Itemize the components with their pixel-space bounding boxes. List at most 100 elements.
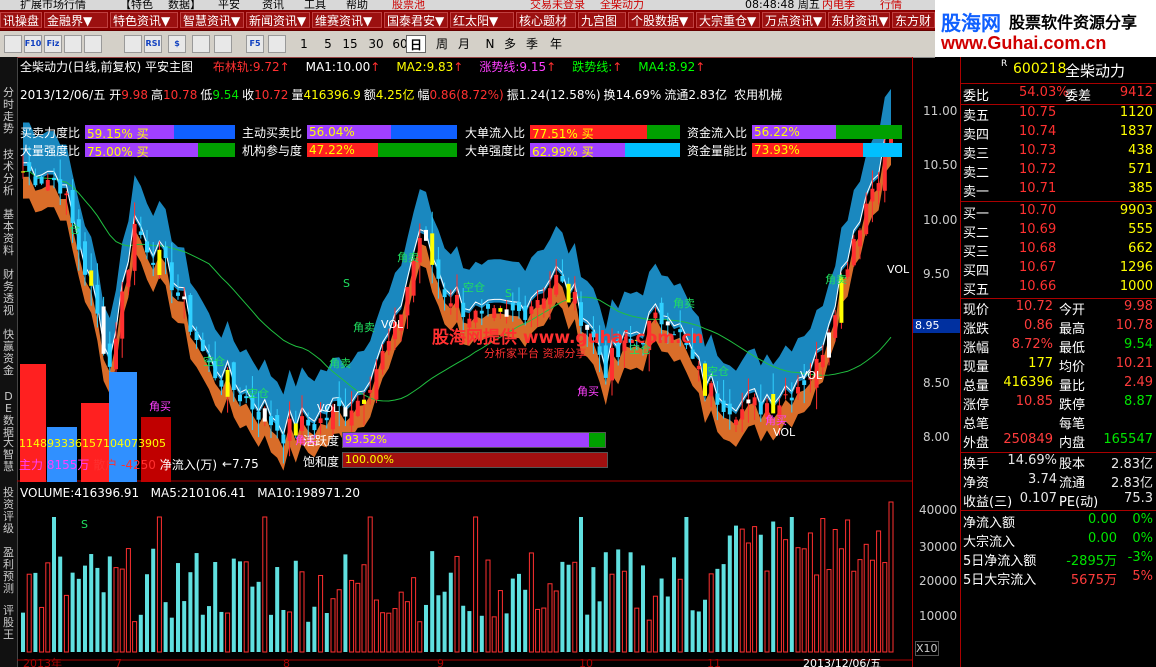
volume-bar	[826, 569, 832, 653]
menu-item[interactable]: 国泰君安▼	[384, 12, 448, 28]
title-item[interactable]: 【特色	[120, 0, 153, 10]
period-button[interactable]: 年	[546, 35, 566, 53]
left-tab[interactable]: 分时走势	[1, 87, 16, 135]
period-button[interactable]: 季	[522, 35, 542, 53]
chart-icon[interactable]	[4, 35, 22, 53]
ask-label: 卖二	[963, 166, 990, 181]
title-item[interactable]: 股票池	[392, 0, 425, 10]
menu-bar: 讯操盘 金融界▼ 特色资讯▼ 智慧资讯▼ 新闻资讯▼ 维赛资讯▼ 国泰君安▼ 红太阳▼ 核心题材…	[0, 10, 935, 31]
title-item[interactable]: 扩展市场行情	[20, 0, 86, 10]
period-button[interactable]: 月	[454, 35, 474, 53]
ask-price[interactable]: 10.71	[1019, 181, 1056, 196]
ask-volume: 438	[1128, 143, 1153, 158]
logo-slogan: 股票软件资源分享	[1009, 13, 1138, 32]
left-tab[interactable]: 大智慧	[1, 437, 16, 473]
ask-volume: 1837	[1119, 124, 1153, 139]
period-button[interactable]: N	[480, 35, 500, 53]
menu-item[interactable]: 金融界▼	[44, 12, 108, 28]
volume-bar	[510, 578, 515, 652]
volume-bar	[684, 517, 689, 652]
volume-bar	[783, 539, 789, 653]
flow-pct: 5%	[1132, 569, 1153, 584]
title-item[interactable]: 行情	[880, 0, 902, 10]
left-tab[interactable]: 基本资料	[1, 209, 16, 257]
move-icon[interactable]	[192, 35, 210, 53]
menu-item[interactable]: 个股数据▼	[628, 12, 694, 28]
period-button[interactable]: 5	[318, 35, 338, 53]
left-tab[interactable]: 评股王	[1, 605, 16, 641]
ask-price[interactable]: 10.74	[1019, 124, 1056, 139]
signal-label: 空仓	[463, 280, 485, 294]
quote-row: 大宗流入 0.00 0%	[961, 531, 1156, 550]
zoom-icon[interactable]	[84, 35, 102, 53]
title-item[interactable]: 内电季	[822, 0, 855, 10]
ask-price[interactable]: 10.75	[1019, 105, 1056, 120]
menu-item[interactable]: 讯操盘	[0, 12, 42, 28]
volume-bar	[795, 547, 801, 653]
left-tab[interactable]: DE数据	[1, 391, 16, 439]
bid-price[interactable]: 10.66	[1019, 279, 1056, 294]
volume-bar	[76, 578, 81, 652]
bid-price[interactable]: 10.68	[1019, 241, 1056, 256]
volume-bar	[634, 607, 640, 653]
bid-label: 买二	[963, 226, 990, 241]
volume-bar	[535, 608, 541, 653]
period-button[interactable]: 1	[294, 35, 314, 53]
candle	[498, 308, 503, 312]
title-item: 全柴动力	[600, 0, 644, 10]
volume-bar	[888, 501, 894, 653]
menu-item[interactable]: 红太阳▼	[450, 12, 514, 28]
indicator-label: 资金流入比	[687, 126, 748, 140]
signal-label: S	[505, 287, 512, 300]
title-item[interactable]: 帮助	[346, 0, 368, 10]
pen-icon[interactable]	[214, 35, 232, 53]
left-tab[interactable]: 财务透视	[1, 269, 16, 317]
title-item[interactable]: 平安	[218, 0, 240, 10]
menu-item[interactable]: 维赛资讯▼	[312, 12, 382, 28]
menu-item[interactable]: 特色资讯▼	[110, 12, 178, 28]
menu-item[interactable]: 东财资讯▼	[828, 12, 890, 28]
candle	[752, 397, 757, 406]
menu-item[interactable]: 智慧资讯▼	[180, 12, 244, 28]
bid-price[interactable]: 10.70	[1019, 203, 1056, 218]
menu-item[interactable]: 核心题材	[516, 12, 576, 28]
indicator-bar: 56.22%	[752, 125, 902, 139]
menu-item[interactable]: 新闻资讯▼	[246, 12, 310, 28]
left-tab[interactable]: 盈利预测	[1, 547, 16, 595]
menu-item[interactable]: 东方财	[892, 12, 935, 28]
title-item[interactable]: 资讯	[262, 0, 284, 10]
title-item[interactable]: 工具	[304, 0, 326, 10]
volume-bar	[752, 526, 758, 653]
toolbar-icon-label: F10	[24, 39, 42, 48]
weibi-value: 54.03%	[1019, 85, 1069, 100]
bar-icon[interactable]	[124, 35, 142, 53]
ask-price[interactable]: 10.72	[1019, 162, 1056, 177]
refresh-icon[interactable]	[268, 35, 286, 53]
period-button[interactable]: 日	[406, 35, 426, 53]
menu-item[interactable]: 万点资讯▼	[762, 12, 826, 28]
bid-price[interactable]: 10.69	[1019, 222, 1056, 237]
volume-bar	[876, 530, 882, 653]
menu-item[interactable]: 大宗重仓▼	[696, 12, 760, 28]
candle	[70, 189, 75, 224]
quote-row: 委比 54.03% 委差 9412	[961, 85, 1156, 104]
candle	[517, 301, 521, 311]
title-item[interactable]: 数据】	[168, 0, 201, 10]
left-tab[interactable]: 技术分析	[1, 149, 16, 197]
period-button[interactable]: 周	[432, 35, 452, 53]
left-tab[interactable]: 快赢资金	[1, 329, 16, 377]
ask-price[interactable]: 10.73	[1019, 143, 1056, 158]
stat-value: 10.78	[1115, 318, 1153, 333]
period-button[interactable]: 15	[340, 35, 360, 53]
bid-price[interactable]: 10.67	[1019, 260, 1056, 275]
indicator-bar: 56.04%	[307, 125, 457, 139]
volume-bar	[156, 516, 162, 653]
menu-item[interactable]: 九宫图	[578, 12, 626, 28]
period-button[interactable]: 多	[500, 35, 520, 53]
candle	[107, 343, 112, 367]
alarm-icon[interactable]	[64, 35, 82, 53]
period-button[interactable]: 30	[366, 35, 386, 53]
left-tab[interactable]: 投资评级	[1, 487, 16, 535]
ohlc-value: 4.25亿	[375, 88, 415, 102]
volume-tick: 40000	[919, 503, 958, 517]
